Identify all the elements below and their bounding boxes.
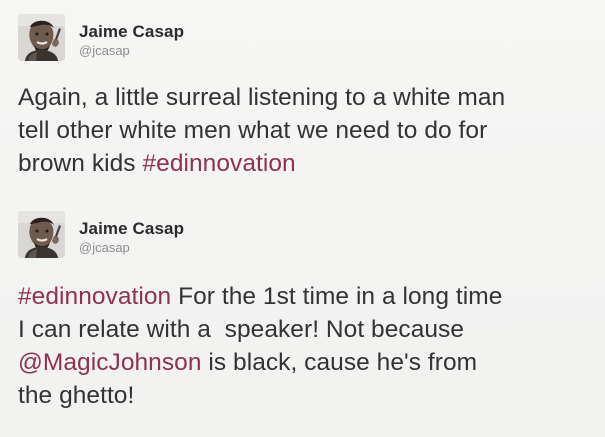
tweet-text-segment: I can relate with a speaker! Not because xyxy=(18,316,465,343)
hashtag-link[interactable]: #edinnovation xyxy=(18,283,171,310)
tweet-line: Again, a little surreal listening to a w… xyxy=(18,81,588,114)
tweet-screenshot: Jaime Casap @jcasap Again, a little surr… xyxy=(0,0,605,437)
avatar-photo-icon xyxy=(18,14,65,61)
tweet-text-segment: is black, cause he's from xyxy=(201,349,478,376)
tweet-text-segment: For the 1st time in a long time xyxy=(171,283,503,310)
tweet-text: Again, a little surreal listening to a w… xyxy=(18,81,588,180)
avatar[interactable] xyxy=(18,14,65,61)
author-handle[interactable]: @jcasap xyxy=(79,43,130,58)
tweet-text-segment: tell other white men what we need to do … xyxy=(18,117,488,144)
author-handle[interactable]: @jcasap xyxy=(79,240,130,255)
author-name[interactable]: Jaime Casap xyxy=(79,22,184,42)
hashtag-link[interactable]: #edinnovation xyxy=(142,150,295,177)
avatar-photo-icon xyxy=(18,211,65,258)
tweet-header: Jaime Casap @jcasap xyxy=(18,14,588,66)
tweet-line: tell other white men what we need to do … xyxy=(18,114,588,147)
tweet-text-segment: the ghetto! xyxy=(18,382,135,409)
avatar[interactable] xyxy=(18,211,65,258)
tweet-text: #edinnovation For the 1st time in a long… xyxy=(18,280,588,412)
tweet-line: the ghetto! xyxy=(18,379,588,412)
mention-link[interactable]: @MagicJohnson xyxy=(18,349,202,376)
tweet-card: Jaime Casap @jcasap #edinnovation For th… xyxy=(18,211,588,412)
tweet-line: brown kids #edinnovation xyxy=(18,147,588,180)
tweet-line: #edinnovation For the 1st time in a long… xyxy=(18,280,588,313)
tweet-line: @MagicJohnson is black, cause he's from xyxy=(18,346,588,379)
tweet-line: I can relate with a speaker! Not because xyxy=(18,313,588,346)
tweet-text-segment: Again, a little surreal listening to a w… xyxy=(18,84,506,111)
tweet-card: Jaime Casap @jcasap Again, a little surr… xyxy=(18,14,588,180)
author-name[interactable]: Jaime Casap xyxy=(79,219,184,239)
tweet-text-segment: brown kids xyxy=(18,150,143,177)
tweet-header: Jaime Casap @jcasap xyxy=(18,211,588,263)
